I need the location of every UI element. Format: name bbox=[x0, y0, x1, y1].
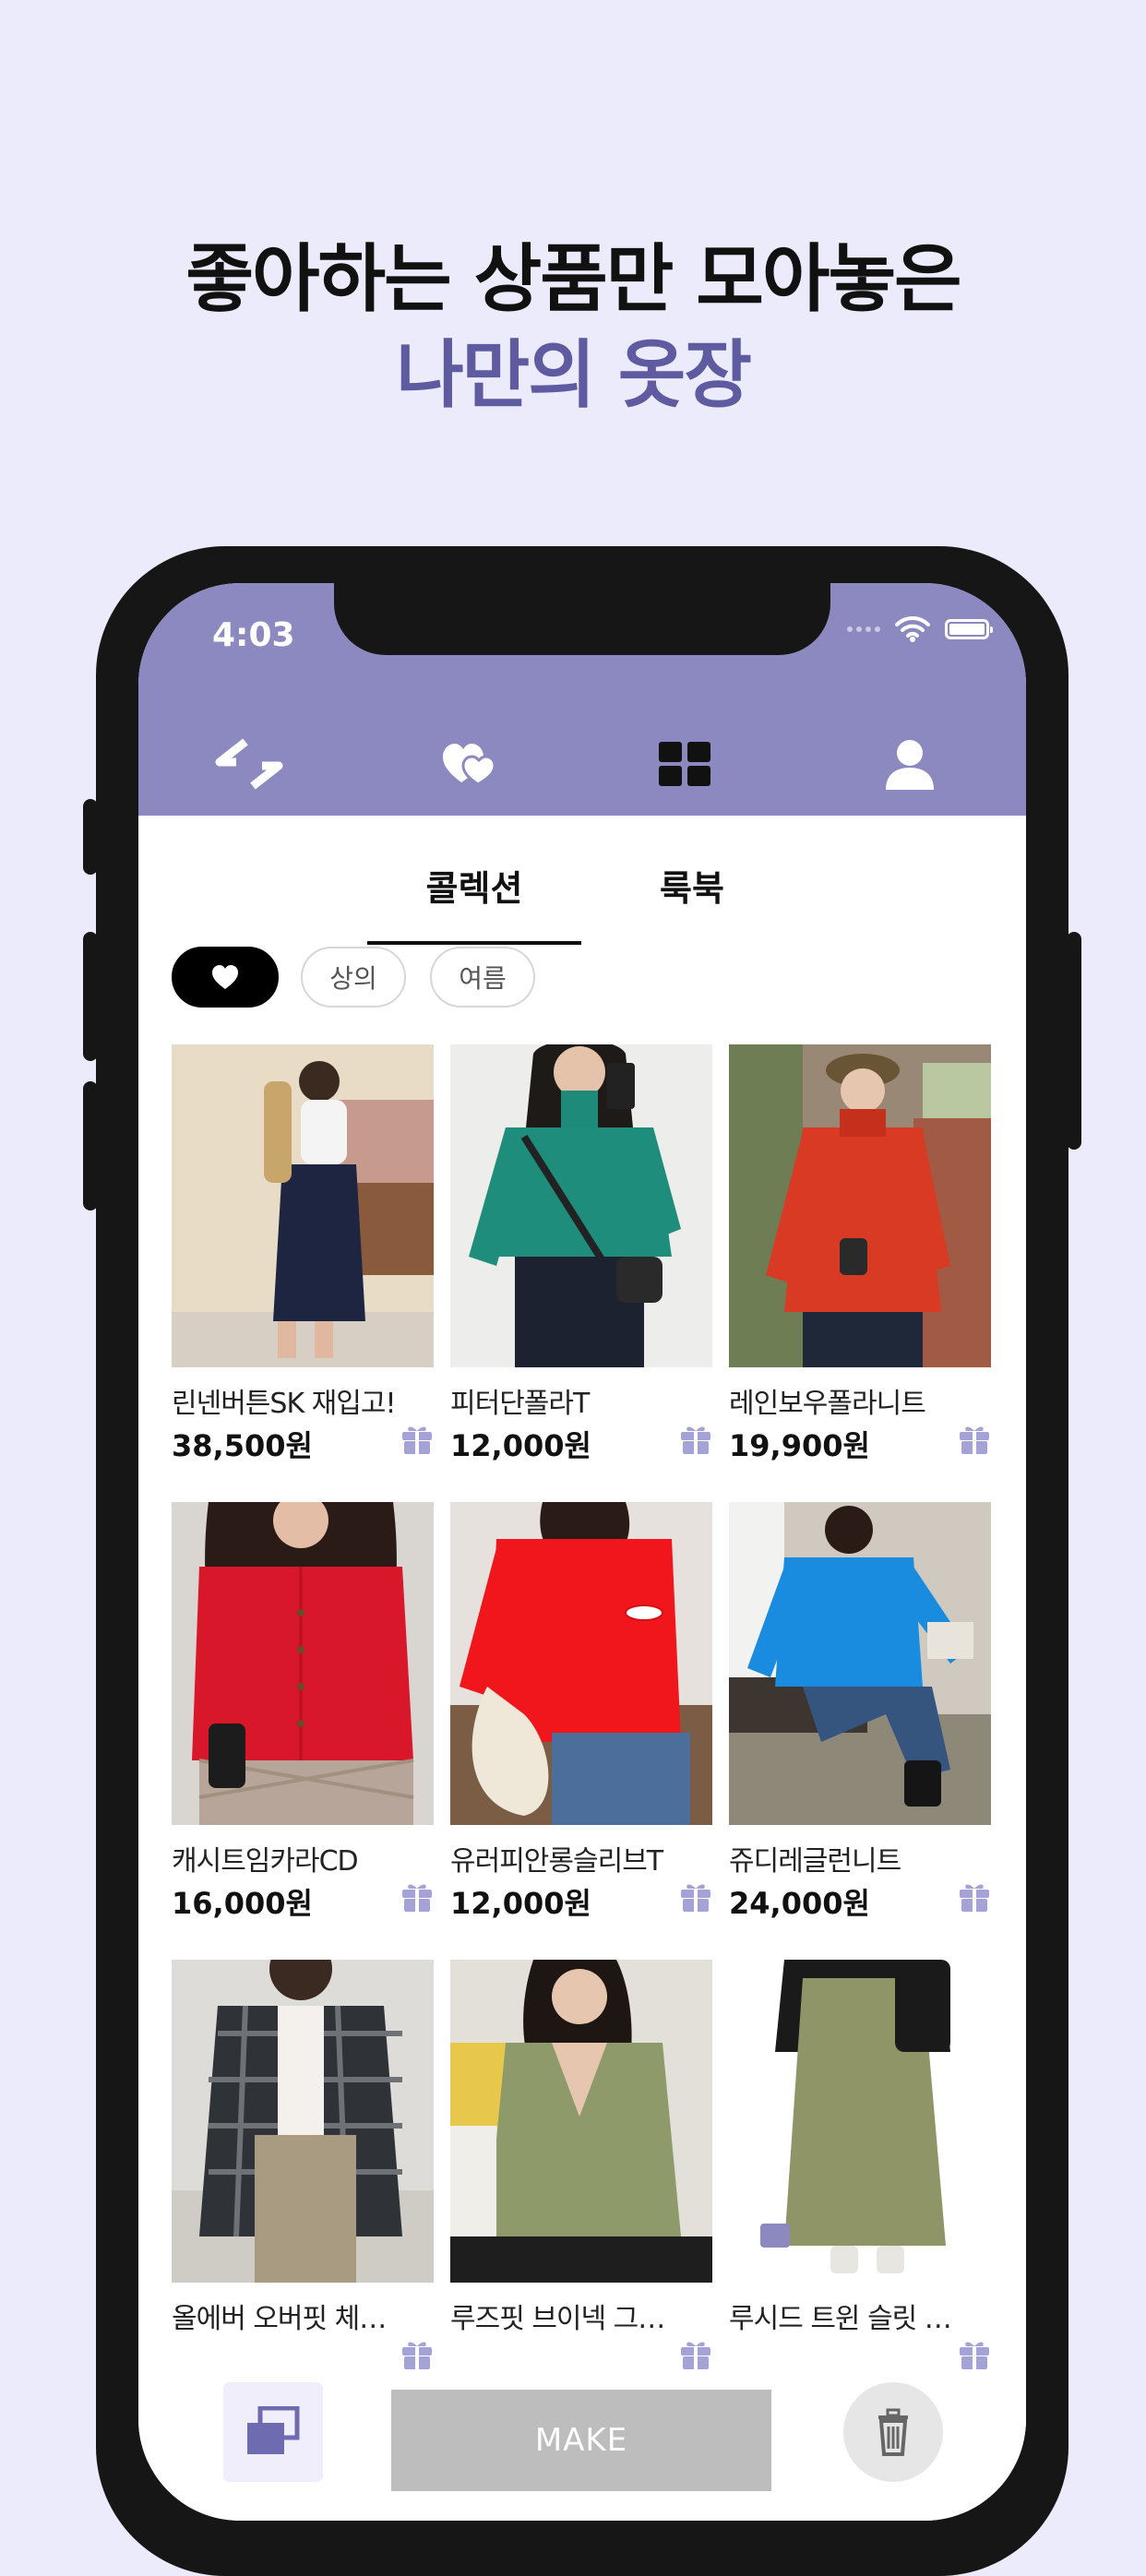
signal-icon bbox=[847, 626, 880, 632]
phone-power-button bbox=[1067, 932, 1081, 1150]
gift-box-icon[interactable] bbox=[400, 1880, 434, 1914]
headline-line-1: 좋아하는 상품만 모아놓은 bbox=[185, 236, 961, 322]
product-name: 쥬디레글런니트 bbox=[729, 1845, 901, 1878]
status-icons bbox=[847, 616, 993, 642]
status-time: 4:03 bbox=[212, 616, 295, 654]
product-price: 19,900원 bbox=[729, 1428, 870, 1463]
top-bar: 4:03 bbox=[138, 583, 1026, 816]
make-button[interactable]: MAKE bbox=[391, 2390, 771, 2491]
product-name: 린넨버튼SK 재입고! bbox=[172, 1388, 396, 1420]
collection-tabs: 콜렉션 룩북 bbox=[138, 816, 1026, 945]
delete-button[interactable] bbox=[843, 2382, 943, 2482]
notch bbox=[334, 583, 830, 655]
product-image bbox=[729, 1960, 991, 2283]
hearts-icon bbox=[443, 744, 496, 786]
product-card[interactable]: 피터단폴라T 12,000원 bbox=[450, 1044, 712, 1463]
product-name: 루시드 트윈 슬릿 … bbox=[729, 2303, 952, 2335]
product-price: 12,000원 bbox=[450, 1428, 591, 1463]
filter-chip-top[interactable]: 상의 bbox=[301, 947, 406, 1008]
gift-box-icon[interactable] bbox=[679, 1423, 712, 1456]
tab-underline bbox=[367, 941, 581, 945]
product-name: 레인보우폴라니트 bbox=[729, 1388, 926, 1420]
product-card[interactable]: 유러피안롱슬리브T 12,000원 bbox=[450, 1502, 712, 1921]
product-image bbox=[172, 1960, 434, 2283]
product-card[interactable]: 캐시트임카라CD 16,000원 bbox=[172, 1502, 434, 1921]
product-card[interactable]: 린넨버튼SK 재입고! 38,500원 bbox=[172, 1044, 434, 1463]
wifi-icon bbox=[895, 616, 930, 642]
gift-box-icon[interactable] bbox=[679, 2338, 712, 2371]
phone-volume-up bbox=[83, 932, 98, 1061]
product-card[interactable]: 루시드 트윈 슬릿 … bbox=[729, 1960, 991, 2369]
app-screen: 4:03 콜렉션 룩북 상의 여름 린넨버튼SK 재입고! 38,500원 피터… bbox=[138, 583, 1026, 2521]
nav-profile-button[interactable] bbox=[873, 727, 947, 801]
gift-box-icon[interactable] bbox=[400, 2338, 434, 2371]
nav-collection-button[interactable] bbox=[648, 727, 722, 801]
nav-logo-button[interactable] bbox=[212, 727, 286, 801]
product-image bbox=[172, 1044, 434, 1367]
product-name: 유러피안롱슬리브T bbox=[450, 1845, 663, 1878]
filter-chip-summer[interactable]: 여름 bbox=[430, 947, 535, 1008]
product-price: 12,000원 bbox=[450, 1886, 591, 1921]
product-card[interactable]: 쥬디레글런니트 24,000원 bbox=[729, 1502, 991, 1921]
product-name: 캐시트임카라CD bbox=[172, 1845, 359, 1878]
gift-box-icon[interactable] bbox=[679, 1880, 712, 1914]
folders-icon bbox=[247, 2406, 300, 2454]
phone-side-button bbox=[83, 799, 98, 875]
product-name: 피터단폴라T bbox=[450, 1388, 590, 1420]
profile-icon bbox=[886, 740, 934, 790]
battery-icon bbox=[945, 619, 993, 639]
product-card[interactable]: 루즈핏 브이넥 그… bbox=[450, 1960, 712, 2369]
gift-box-icon[interactable] bbox=[400, 1423, 434, 1456]
product-image bbox=[729, 1502, 991, 1825]
product-image bbox=[450, 1502, 712, 1825]
product-card[interactable]: 올에버 오버핏 체… bbox=[172, 1960, 434, 2369]
folder-button[interactable] bbox=[223, 2382, 323, 2482]
phone-volume-down bbox=[83, 1081, 98, 1210]
tab-lookbook[interactable]: 룩북 bbox=[627, 860, 757, 911]
tab-collection[interactable]: 콜렉션 bbox=[367, 860, 581, 911]
product-image bbox=[729, 1044, 991, 1367]
product-image bbox=[172, 1502, 434, 1825]
product-name: 올에버 오버핏 체… bbox=[172, 2303, 387, 2335]
bottom-action-bar: MAKE bbox=[138, 2382, 1026, 2521]
trash-icon bbox=[878, 2408, 908, 2456]
product-name: 루즈핏 브이넥 그… bbox=[450, 2303, 665, 2335]
logo-icon bbox=[215, 738, 283, 790]
gift-box-icon[interactable] bbox=[958, 1423, 991, 1456]
nav-likes-button[interactable] bbox=[434, 727, 507, 801]
product-price: 38,500원 bbox=[172, 1428, 313, 1463]
product-image bbox=[450, 1044, 712, 1367]
product-price: 24,000원 bbox=[729, 1886, 870, 1921]
filter-chip-liked[interactable] bbox=[172, 947, 279, 1008]
gift-box-icon[interactable] bbox=[958, 2338, 991, 2371]
headline-line-2: 나만의 옷장 bbox=[396, 332, 752, 418]
product-image bbox=[450, 1960, 712, 2283]
product-card[interactable]: 레인보우폴라니트 19,900원 bbox=[729, 1044, 991, 1463]
heart-icon bbox=[212, 965, 238, 989]
grid-icon bbox=[659, 742, 710, 786]
product-price: 16,000원 bbox=[172, 1886, 313, 1921]
gift-box-icon[interactable] bbox=[958, 1880, 991, 1914]
